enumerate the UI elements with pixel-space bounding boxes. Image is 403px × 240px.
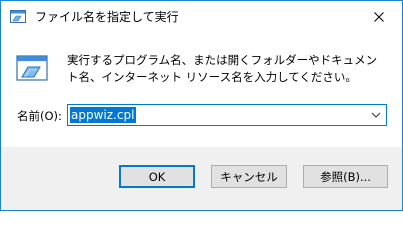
ok-button[interactable]: OK (119, 165, 195, 188)
run-dialog: ファイル名を指定して実行 実行するプログラム名、または開くフォルダーやドキュメン… (0, 0, 403, 211)
close-button[interactable] (356, 1, 402, 32)
name-label: 名前(O): (17, 109, 62, 123)
title-bar[interactable]: ファイル名を指定して実行 (1, 1, 402, 33)
browse-button[interactable]: 参照(B)... (303, 165, 388, 188)
chevron-down-icon[interactable] (370, 109, 382, 121)
name-input[interactable]: appwiz.cpl (70, 107, 137, 123)
window-title: ファイル名を指定して実行 (35, 10, 179, 24)
name-combobox[interactable]: appwiz.cpl (67, 104, 387, 126)
cancel-button[interactable]: キャンセル (211, 165, 287, 188)
run-app-icon (10, 10, 26, 23)
close-icon (374, 11, 384, 22)
instruction-text: 実行するプログラム名、または開くフォルダーやドキュメント名、インターネット リソ… (67, 53, 378, 84)
run-icon (16, 55, 48, 81)
